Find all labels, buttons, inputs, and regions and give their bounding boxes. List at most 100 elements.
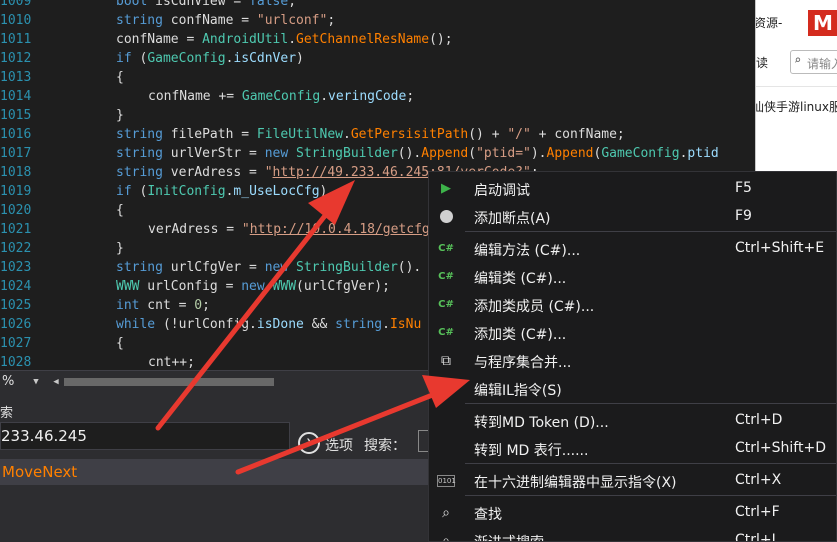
code-token: if xyxy=(116,184,132,199)
options-label[interactable]: 选项 xyxy=(325,435,353,455)
code-line[interactable]: if (GameConfig.isCdnVer) xyxy=(116,49,304,69)
code-line[interactable]: { xyxy=(116,334,124,354)
menu-item-label: 编辑方法 (C#)... xyxy=(474,243,581,259)
menu-item-shortcut: Ctrl+D xyxy=(735,412,783,428)
code-token: StringBuilder xyxy=(296,146,398,161)
code-token: string xyxy=(116,146,163,161)
code-line[interactable]: } xyxy=(116,239,124,259)
zoom-level[interactable]: % xyxy=(0,373,30,391)
code-token: WWW xyxy=(116,279,140,294)
menu-item[interactable]: C# 添加类 (C#)... xyxy=(429,319,836,347)
code-token: new xyxy=(264,260,289,275)
line-number: 1012 xyxy=(0,51,32,66)
menu-item[interactable]: ⌕ 渐进式搜索 Ctrl+I xyxy=(429,527,836,541)
code-line[interactable]: string confName = "urlconf"; xyxy=(116,11,335,31)
code-line[interactable]: WWW urlConfig = new WWW(urlCfgVer); xyxy=(116,277,390,297)
menu-item[interactable]: 转到 MD 表行...... Ctrl+Shift+D xyxy=(429,435,836,463)
menu-separator xyxy=(465,463,836,464)
browser-search-box[interactable]: ⌕ 请输入 xyxy=(790,50,837,74)
code-line[interactable]: verAdress = "http://10.0.4.18/getcfg xyxy=(116,220,430,240)
merge-icon: ⧉ xyxy=(441,353,451,369)
line-number: 1017 xyxy=(0,146,32,161)
search-input[interactable]: 233.46.245 xyxy=(0,422,290,450)
menu-separator xyxy=(465,403,836,404)
menu-item[interactable]: ⧉ 与程序集合并... xyxy=(429,347,836,375)
code-token: verAdress = xyxy=(162,165,265,180)
code-token: "urlconf" xyxy=(256,13,328,28)
options-chevron-icon[interactable]: ❯ xyxy=(298,432,320,454)
code-token: Append xyxy=(546,146,594,161)
chevron-down-icon[interactable]: ▼ xyxy=(28,374,44,390)
code-token: (). xyxy=(397,260,422,275)
code-token: (); xyxy=(429,32,453,47)
code-line[interactable]: if (InitConfig.m_UseLocCfg) xyxy=(116,182,327,202)
search-result-text: MoveNext xyxy=(2,463,78,481)
code-line[interactable]: cnt++; xyxy=(116,353,195,370)
horizontal-scrollbar-thumb[interactable] xyxy=(64,378,274,386)
code-token: confName = xyxy=(116,32,203,47)
code-token: urlVerStr = xyxy=(162,146,265,161)
line-number: 1016 xyxy=(0,127,32,142)
code-token: (urlCfgVer); xyxy=(296,279,390,294)
code-token: GameConfig xyxy=(147,51,226,66)
code-line[interactable]: confName = AndroidUtil.GetChannelResName… xyxy=(116,30,453,50)
il-edit-icon: ▤ xyxy=(439,381,453,396)
menu-item[interactable]: C# 编辑类 (C#)... xyxy=(429,263,836,291)
code-token: cnt++; xyxy=(148,355,195,370)
code-token: ( xyxy=(468,146,477,161)
code-token: urlCfgVer = xyxy=(162,260,265,275)
code-token: ) xyxy=(319,184,328,199)
code-line[interactable]: int cnt = 0; xyxy=(116,296,210,316)
code-line[interactable]: string urlCfgVer = new StringBuilder(). xyxy=(116,258,421,278)
menu-item[interactable]: C# 编辑方法 (C#)... Ctrl+Shift+E xyxy=(429,235,836,263)
browser-title-fragment: 资源- xyxy=(755,16,783,30)
code-token: m_UseLocCfg xyxy=(233,184,320,199)
scroll-left-arrow-icon[interactable]: ◀ xyxy=(50,374,62,390)
code-line[interactable]: { xyxy=(116,68,124,88)
menu-item[interactable]: 0101 在十六进制编辑器中显示指令(X) Ctrl+X xyxy=(429,467,836,495)
code-line[interactable]: { xyxy=(116,201,124,221)
editor-scrollbar-row: % ▼ ◀ xyxy=(0,370,430,392)
menu-item[interactable]: 添加断点(A) F9 xyxy=(429,203,836,231)
menu-item-label: 启动调试 xyxy=(474,183,530,199)
line-number: 1019 xyxy=(0,184,32,199)
code-token: . xyxy=(342,127,351,142)
code-line[interactable]: } xyxy=(116,106,124,126)
menu-item[interactable]: 转到MD Token (D)... Ctrl+D xyxy=(429,407,836,435)
code-token: FileUtilNew xyxy=(256,127,343,142)
code-token: } xyxy=(116,108,124,123)
menu-item[interactable]: ▶ 启动调试 F5 xyxy=(429,175,836,203)
browser-article-link[interactable]: 仙侠手游linux服 xyxy=(756,98,837,115)
menu-item[interactable]: C# 添加类成员 (C#)... xyxy=(429,291,836,319)
code-line[interactable]: string urlVerStr = new StringBuilder().A… xyxy=(116,144,719,164)
code-token: ; xyxy=(406,89,415,104)
code-token: string xyxy=(116,127,163,142)
menu-item-label: 添加类成员 (C#)... xyxy=(474,299,595,315)
code-token: http://10.0.4.18/getcfg xyxy=(249,222,430,237)
code-token: ; xyxy=(327,13,336,28)
menu-separator xyxy=(465,495,836,496)
search-result-row[interactable]: MoveNext xyxy=(0,459,430,485)
code-token: + confName; xyxy=(530,127,625,142)
code-line[interactable]: while (!urlConfig.isDone && string.IsNu xyxy=(116,315,421,335)
site-logo[interactable]: M xyxy=(808,10,837,36)
code-token: . xyxy=(382,317,390,332)
browser-window: 资源- M 读 ⌕ 请输入 仙侠手游linux服 xyxy=(755,0,837,180)
menu-item[interactable]: ▤ 编辑IL指令(S) xyxy=(429,375,836,403)
code-token: "ptid=" xyxy=(476,146,531,161)
code-line[interactable]: string filePath = FileUtilNew.GetPersisi… xyxy=(116,125,625,145)
menu-item[interactable]: ⌕ 查找 Ctrl+F xyxy=(429,499,836,527)
code-token: urlConfig = xyxy=(139,279,242,294)
code-token: Append xyxy=(421,146,469,161)
line-number: 1027 xyxy=(0,336,32,351)
code-token: veringCode xyxy=(328,89,407,104)
line-number: 1018 xyxy=(0,165,32,180)
line-number: 1013 xyxy=(0,70,32,85)
play-icon: ▶ xyxy=(441,181,451,196)
code-line[interactable]: confName += GameConfig.veringCode; xyxy=(116,87,414,107)
line-number: 1023 xyxy=(0,260,32,275)
code-token: WWW xyxy=(272,279,297,294)
code-token: . xyxy=(288,32,297,47)
browser-read-label[interactable]: 读 xyxy=(756,54,768,71)
code-token: { xyxy=(116,203,124,218)
